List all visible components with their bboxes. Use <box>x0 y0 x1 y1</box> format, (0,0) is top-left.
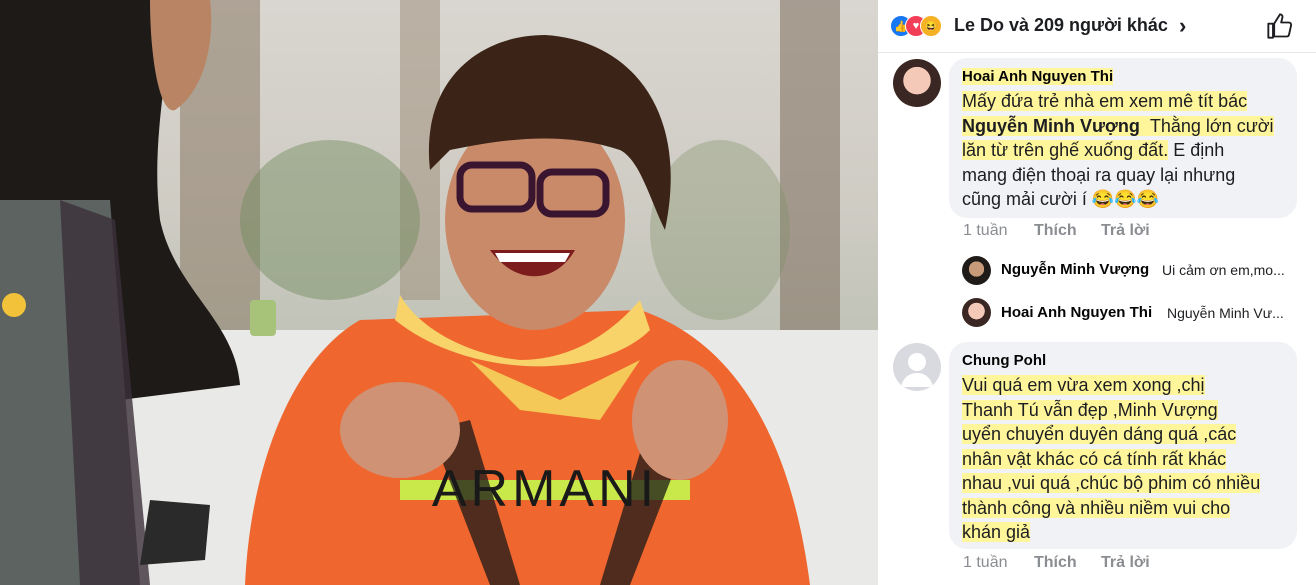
reactions-bar[interactable]: 👍 ♥ 😆 Le Do và 209 người khác › <box>878 0 1316 53</box>
comment-time: 1 tuần <box>963 554 1008 571</box>
reply-link[interactable]: Trả lời <box>1101 554 1150 572</box>
photo: ARMANI <box>0 0 878 585</box>
comment-author[interactable]: Hoai Anh Nguyen Thi <box>962 68 1114 85</box>
comment-text: Mấy đứa trẻ nhà em xem mê tít bác Nguyễn… <box>962 91 1274 209</box>
photo-scene: ARMANI <box>0 0 878 585</box>
reactions-summary[interactable]: Le Do và 209 người khác <box>954 15 1168 36</box>
comment-author[interactable]: Chung Pohl <box>962 352 1046 369</box>
reply-link[interactable]: Trả lời <box>1101 222 1150 240</box>
reply-text: Ui cảm ơn em,mo... <box>1162 262 1285 278</box>
reply-text: Nguyễn Minh Vư... <box>1167 305 1284 321</box>
reply-author[interactable]: Nguyễn Minh Vượng <box>1001 261 1149 278</box>
avatar[interactable] <box>893 59 941 107</box>
haha-icon: 😆 <box>920 15 942 37</box>
like-button[interactable] <box>1266 12 1294 40</box>
comment-text: Vui quá em vừa xem xong ,chị Thanh Tú vẫ… <box>962 375 1261 542</box>
avatar[interactable] <box>962 256 991 285</box>
default-avatar-icon <box>901 353 933 387</box>
like-link[interactable]: Thích <box>1034 554 1077 572</box>
reply-author[interactable]: Hoai Anh Nguyen Thi <box>1001 304 1152 321</box>
chevron-right-icon[interactable]: › <box>1179 13 1186 39</box>
comments-panel: 👍 ♥ 😆 Le Do và 209 người khác › Hoai Anh… <box>878 0 1316 585</box>
like-link[interactable]: Thích <box>1034 222 1077 240</box>
reaction-icons: 👍 ♥ 😆 <box>890 15 952 37</box>
comment-time: 1 tuần <box>963 222 1008 239</box>
avatar[interactable] <box>893 343 941 391</box>
avatar[interactable] <box>962 298 991 327</box>
